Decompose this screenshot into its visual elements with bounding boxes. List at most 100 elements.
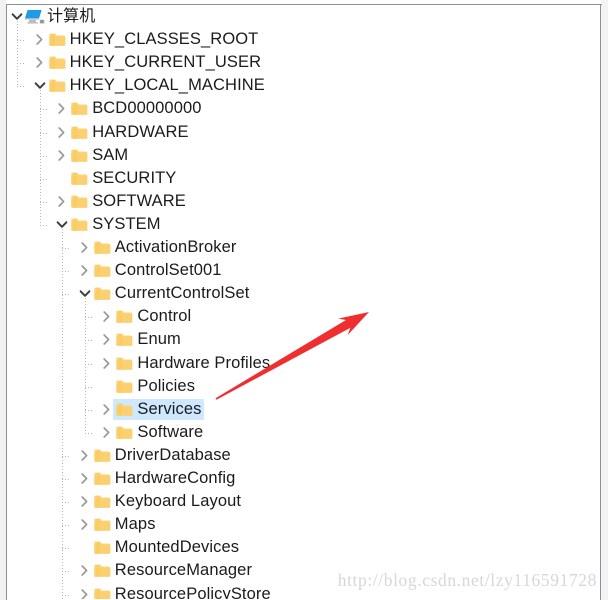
chevron-down-icon[interactable] [54,213,70,236]
tree-guide-line-horizontal [84,432,94,434]
folder-icon [94,513,111,536]
folder-icon [48,74,66,97]
tree-item-software[interactable]: SOFTWARE [7,190,600,213]
tree-guide-line-horizontal [17,40,26,42]
chevron-right-icon[interactable] [54,190,70,213]
folder-icon [116,328,133,351]
folder-icon [94,444,111,467]
tree-item-label: ControlSet001 [114,261,222,280]
chevron-right-icon[interactable] [99,398,115,421]
chevron-right-icon[interactable] [77,467,93,490]
tree-item-hardwareconfig[interactable]: HardwareConfig [7,467,600,490]
folder-icon [116,305,133,328]
chevron-right-icon[interactable] [77,490,93,513]
chevron-down-icon[interactable] [32,74,48,97]
folder-icon [94,583,111,599]
chevron-right-icon[interactable] [54,121,70,144]
registry-editor-window: 计算机 HKEY_CLASSES_ROOT HKEY_CURRENT_USER HKE… [0,0,608,600]
chevron-right-icon[interactable] [77,444,93,467]
tree-guide-line-horizontal [39,178,49,180]
chevron-right-icon[interactable] [99,352,115,375]
chevron-right-icon[interactable] [77,513,93,536]
registry-tree-view[interactable]: 计算机 HKEY_CLASSES_ROOT HKEY_CURRENT_USER HKE… [7,5,600,599]
window-right-shadow [601,0,608,600]
chevron-down-icon[interactable] [9,5,25,28]
tree-item-sam[interactable]: SAM [7,144,600,167]
tree-item-maps[interactable]: Maps [7,513,600,536]
tree-item-label: ResourcePolicyStore [114,584,271,600]
folder-icon [48,28,66,51]
tree-item-services[interactable]: Services [7,398,600,421]
folder-icon [94,259,111,282]
chevron-right-icon[interactable] [54,97,70,120]
tree-guide-line-horizontal [39,155,49,157]
folder-icon [71,167,88,190]
chevron-right-icon[interactable] [77,559,93,582]
tree-guide-line-horizontal [62,525,72,527]
tree-item-label: CurrentControlSet [114,284,250,303]
tree-item-software[interactable]: Software [7,421,600,444]
tree-item-bcd00000000[interactable]: BCD00000000 [7,97,600,120]
tree-guide-line-horizontal [62,594,72,596]
tree-item-label: SAM [92,145,129,164]
tree-guide-line-vertical [62,226,64,599]
chevron-right-icon[interactable] [99,421,115,444]
chevron-right-icon[interactable] [54,144,70,167]
tree-item-control[interactable]: Control [7,305,600,328]
tree-item-label: Maps [114,515,156,534]
tree-item-label: HARDWARE [92,122,189,141]
chevron-right-icon[interactable] [77,583,93,599]
tree-item-driverdatabase[interactable]: DriverDatabase [7,444,600,467]
tree-item-currentcontrolset[interactable]: CurrentControlSet [7,282,600,305]
tree-item-label: SECURITY [92,168,177,187]
chevron-right-icon[interactable] [32,51,48,74]
tree-guide-line-horizontal [39,132,49,134]
tree-guide-line-horizontal [84,340,94,342]
tree-guide-line-horizontal [17,63,26,65]
tree-item-hardware-profiles[interactable]: Hardware Profiles [7,352,600,375]
tree-item-policies[interactable]: Policies [7,375,600,398]
tree-item-label: DriverDatabase [114,445,231,464]
tree-guide-line-horizontal [62,479,72,480]
tree-item-enum[interactable]: Enum [7,328,600,351]
tree-guide-line-horizontal [84,317,94,319]
tree-item-hardware[interactable]: HARDWARE [7,121,600,144]
folder-icon [71,121,88,144]
folder-icon [94,536,111,559]
chevron-right-icon[interactable] [99,305,115,328]
window-right-border [600,4,601,600]
tree-item-hkey-local-machine[interactable]: HKEY_LOCAL_MACHINE [7,74,600,97]
folder-icon [71,97,88,120]
tree-item-label: HKEY_CLASSES_ROOT [69,30,259,49]
folder-icon [94,236,111,259]
chevron-right-icon[interactable] [77,259,93,282]
folder-icon [48,51,66,74]
chevron-right-icon[interactable] [99,328,115,351]
folder-icon [71,190,88,213]
tree-item-system[interactable]: SYSTEM [7,213,600,236]
tree-guide-line-horizontal [62,455,72,457]
tree-item-keyboard-layout[interactable]: Keyboard Layout [7,490,600,513]
chevron-right-icon[interactable] [77,236,93,259]
tree-item-label: MountedDevices [114,538,240,557]
folder-icon [94,559,111,582]
folder-icon [116,375,133,398]
tree-item-hkey-current-user[interactable]: HKEY_CURRENT_USER [7,51,600,74]
tree-guide-line-horizontal [39,201,49,203]
computer-icon [24,5,46,28]
folder-icon [116,421,133,444]
tree-guide-line-horizontal [62,271,72,273]
tree-item-activationbroker[interactable]: ActivationBroker [7,236,600,259]
folder-icon [94,282,111,305]
folder-icon [94,490,111,513]
tree-item-hkey-classes-root[interactable]: HKEY_CLASSES_ROOT [7,28,600,51]
chevron-right-icon[interactable] [32,28,48,51]
chevron-down-icon[interactable] [77,282,93,305]
watermark-text: http://blog.csdn.net/lzy116591728 [337,570,597,590]
tree-item-security[interactable]: SECURITY [7,167,600,190]
tree-item-mounteddevices[interactable]: MountedDevices [7,536,600,559]
tree-item-controlset001[interactable]: ControlSet001 [7,259,600,282]
tree-item-计算机[interactable]: 计算机 [7,5,600,28]
tree-guide-line-horizontal [17,86,26,88]
tree-item-label: Control [137,307,192,326]
